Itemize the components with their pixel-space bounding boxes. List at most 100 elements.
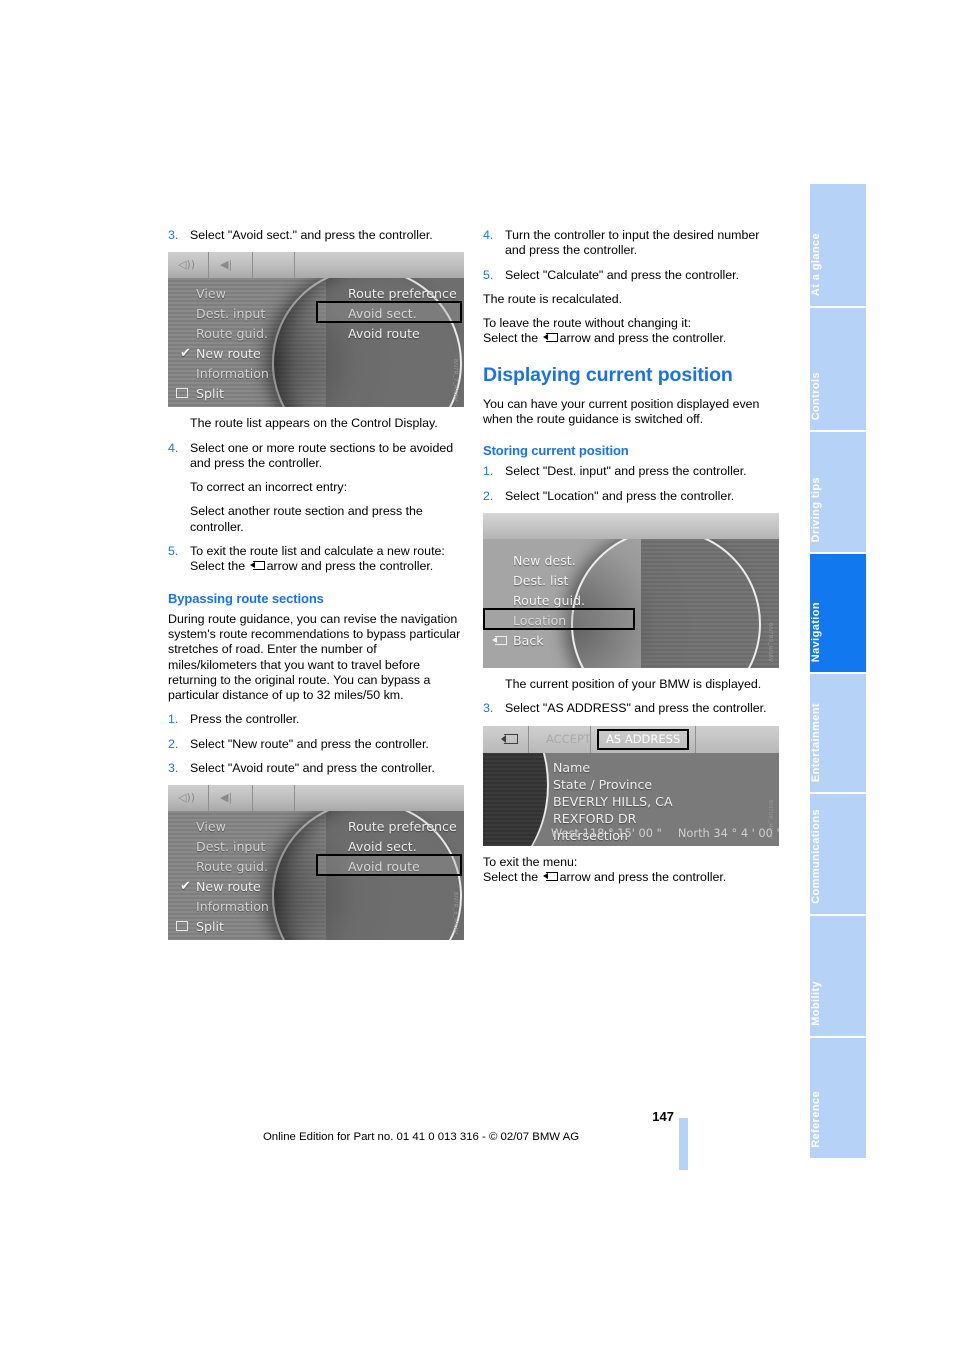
step-number: 2. <box>483 488 494 503</box>
menu-item-checked: ✔ New route <box>180 344 269 364</box>
step-number: 3. <box>168 228 179 242</box>
sidebar-tab-driving-tips[interactable]: Driving tips <box>810 432 866 552</box>
screen-topbar: ◁)) ◀| <box>168 252 464 279</box>
route-recalculated-text: The route is recalculated. <box>483 291 623 306</box>
coordinates-row: West 118 ° 15' 00 " North 34 ° 4 ' 00 " <box>551 826 779 841</box>
screen-topbar: ◁)) ◀| <box>168 785 464 812</box>
step5-line1: To exit the route list and calculate a n… <box>190 544 445 559</box>
sidebar-tab-communications[interactable]: Communications <box>810 794 866 914</box>
coordinate-west: West 118 ° 15' 00 " <box>551 825 662 840</box>
figure-code: BN7R5_HNAV <box>767 623 773 662</box>
step-number: 3. <box>168 761 179 776</box>
sidebar-tab-at-a-glance[interactable]: At a glance <box>810 184 866 306</box>
menu-item: Route guid. <box>196 859 269 875</box>
step-item: 1. Press the controller. <box>168 712 464 727</box>
step-text: Select one or more route sections to be … <box>190 440 454 470</box>
step-item: 3. Select "Avoid route" and press the co… <box>168 761 464 776</box>
step4-note-2: Select another route section and press t… <box>190 504 423 534</box>
menu-item: View <box>196 819 226 835</box>
selection-highlight <box>316 854 462 877</box>
step5-line2-pre: Select the <box>190 559 249 574</box>
screen-right-panel <box>641 538 779 668</box>
address-line: Name <box>553 759 591 775</box>
step-item: 3. Select "Avoid sect." and press the co… <box>168 228 464 243</box>
displaying-body-text: You can have your current position displ… <box>483 396 760 427</box>
screen1-left-menu: View Dest. input Route guid. ✔ New route… <box>176 284 269 404</box>
screen-topbar: ACCEPT AS ADDRESS <box>483 725 779 753</box>
step-text: Select "Avoid sect." and press the contr… <box>190 228 433 242</box>
speaker-wave-icon: ◁)) <box>178 791 196 805</box>
figure-code: BN7UK_HNAV <box>767 800 773 840</box>
menu-item-label: Split <box>196 386 224 402</box>
selection-highlight <box>316 301 462 324</box>
menu-item-label: New route <box>196 346 261 362</box>
leave-route-line1: To leave the route without changing it: <box>483 316 692 331</box>
tab-label: Entertainment <box>810 702 822 782</box>
sidebar-tab-navigation[interactable]: Navigation <box>810 554 866 672</box>
selection-highlight <box>483 607 635 630</box>
speaker-wave-icon: ◁)) <box>178 258 196 272</box>
menu-item: Avoid route <box>348 326 420 342</box>
leave-route-text: To leave the route without changing it: … <box>483 316 779 347</box>
manual-page: 3. Select "Avoid sect." and press the co… <box>0 0 954 1351</box>
menu-item: Dest. list <box>513 572 569 588</box>
bypassing-body-text: During route guidance, you can revise th… <box>168 611 461 703</box>
step-number: 4. <box>483 228 494 242</box>
step-text: Select "Location" and press the controll… <box>505 488 735 503</box>
step-item: 4. Select one or more route sections to … <box>168 441 464 472</box>
chapter-tab-strip: At a glance Controls Driving tips Naviga… <box>810 184 866 1160</box>
menu-item-checked: ✔ New route <box>180 877 269 897</box>
step-text: Select "AS ADDRESS" and press the contro… <box>505 701 767 716</box>
tab-label: At a glance <box>810 232 822 296</box>
speaker-mute-icon: ◀| <box>220 258 233 272</box>
menu-item: Dest. input <box>196 839 266 855</box>
step-text: Select "Avoid route" and press the contr… <box>190 761 435 776</box>
sidebar-tab-reference[interactable]: Reference <box>810 1038 866 1158</box>
step5-line2-post: arrow and press the controller. <box>266 559 434 574</box>
back-arrow-icon <box>249 561 265 571</box>
sidebar-tab-controls[interactable]: Controls <box>810 308 866 430</box>
address-line: REXFORD DR <box>553 810 637 826</box>
step-text: Select "Calculate" and press the control… <box>505 267 740 282</box>
checkmark-icon: ✔ <box>180 346 191 362</box>
menu-item-label: Split <box>196 919 224 935</box>
exit-menu-text: To exit the menu: Select the arrow and p… <box>483 855 779 886</box>
menu-item: Information <box>196 899 269 915</box>
step-item: 5. To exit the route list and calculate … <box>168 544 464 575</box>
accept-button[interactable]: ACCEPT <box>539 729 598 750</box>
screen-topbar <box>483 512 779 539</box>
sidebar-tab-entertainment[interactable]: Entertainment <box>810 674 866 792</box>
sidebar-tab-mobility[interactable]: Mobility <box>810 916 866 1036</box>
screen2-left-menu: View Dest. input Route guid. ✔ New route… <box>176 817 269 937</box>
menu-item-label: New route <box>196 879 261 895</box>
menu-item-split: Split <box>176 384 269 404</box>
step-number: 2. <box>168 736 179 751</box>
left-column: 3. Select "Avoid sect." and press the co… <box>168 228 464 949</box>
right-column: 4. Turn the controller to input the desi… <box>483 228 779 894</box>
menu-item-split: Split <box>176 917 269 937</box>
step-number: 3. <box>483 701 494 716</box>
nav-screenshot-avoid-route: ◁)) ◀| View Dest. input Route guid. ✔ Ne… <box>168 785 464 941</box>
back-arrow-icon <box>501 733 519 745</box>
speaker-mute-icon: ◀| <box>220 791 233 805</box>
leave-route-pre: Select the <box>483 331 542 346</box>
exit-menu-line1: To exit the menu: <box>483 854 578 869</box>
step-item: 2. Select "Location" and press the contr… <box>483 489 779 504</box>
step-text: Turn the controller to input the desired… <box>505 228 760 258</box>
leave-route-post: arrow and press the controller. <box>559 331 727 346</box>
nav-screenshot-location: New dest. Dest. list Route guid. Locatio… <box>483 512 779 668</box>
step4-note-1: To correct an incorrect entry: <box>190 480 348 495</box>
figure-code: BN7R_7_HNAV <box>452 358 458 402</box>
screen3-menu: New dest. Dest. list Route guid. Locatio… <box>492 551 585 651</box>
screenshot1-caption: The route list appears on the Control Di… <box>190 416 438 431</box>
menu-item: Route preference <box>348 819 457 835</box>
step-text: To exit the route list and calculate a n… <box>190 544 464 575</box>
page-number-bar <box>679 1118 688 1170</box>
tab-label: Communications <box>810 809 822 904</box>
heading-bypassing-route-sections: Bypassing route sections <box>168 590 324 606</box>
menu-item: Information <box>196 366 269 382</box>
tab-label: Reference <box>810 1091 822 1148</box>
menu-item: Dest. input <box>196 306 266 322</box>
as-address-button[interactable]: AS ADDRESS <box>597 728 690 750</box>
nav-screenshot-as-address: ACCEPT AS ADDRESS Name State / Province … <box>483 725 779 846</box>
